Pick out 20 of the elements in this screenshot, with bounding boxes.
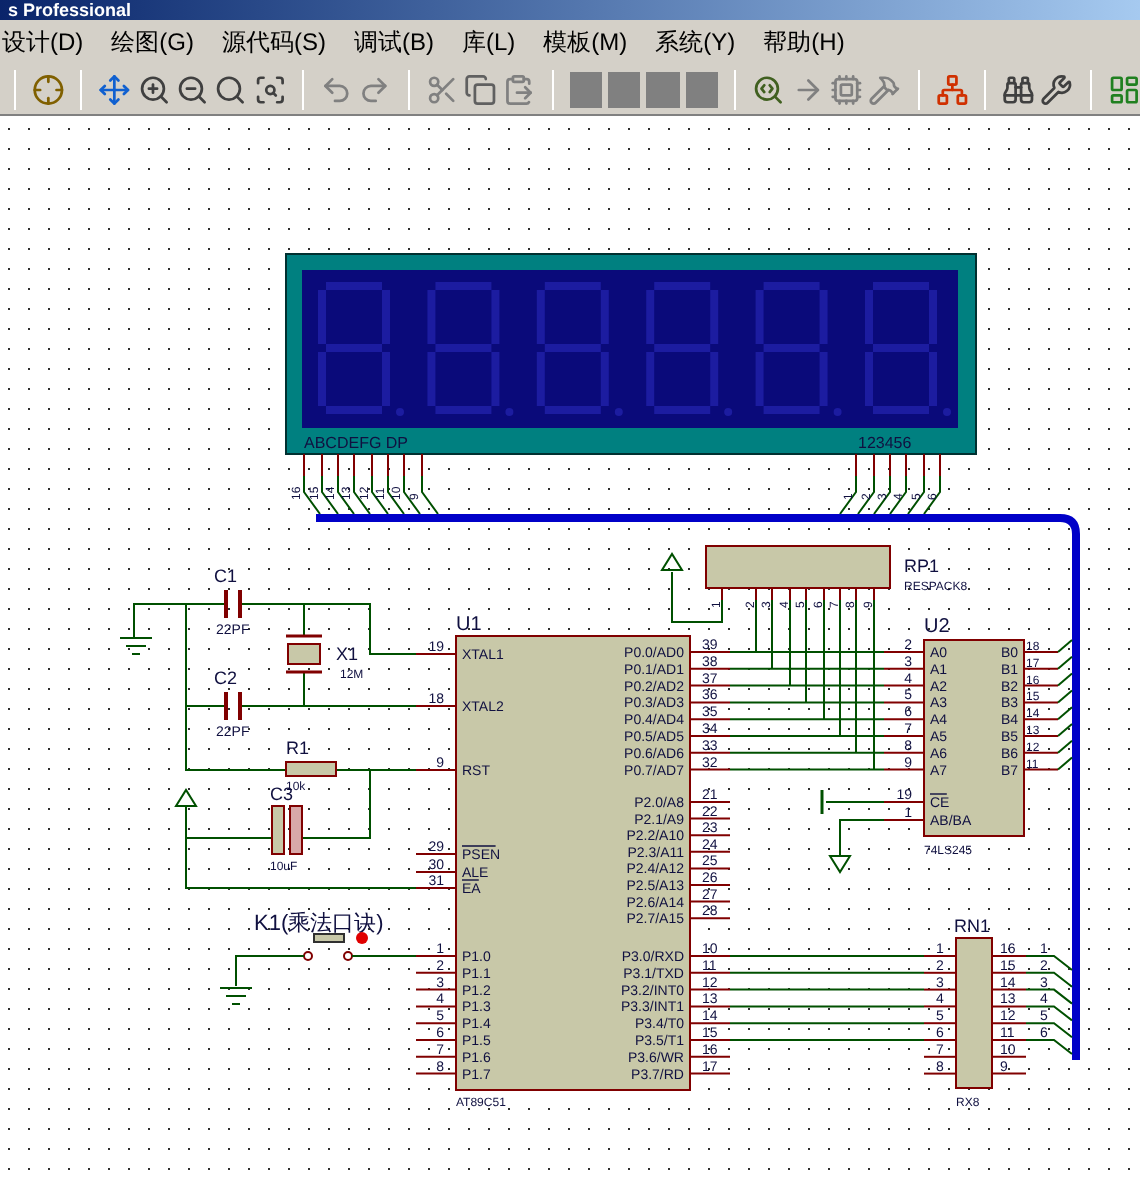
menu-item[interactable]: 设计(D) xyxy=(2,24,84,60)
component-ref: U2 xyxy=(924,616,950,638)
menu-item[interactable]: 帮助(H) xyxy=(763,24,845,60)
menu-item[interactable]: 库(L) xyxy=(462,24,516,60)
component-ref: R1 xyxy=(286,738,310,758)
menu-item[interactable]: 模板(M) xyxy=(543,24,628,60)
switch-label: K1(乘法口诀) xyxy=(254,912,384,936)
component-ref: X1 xyxy=(336,644,359,664)
menu-item[interactable]: 绘图(G) xyxy=(111,24,194,60)
display-label: 123456 xyxy=(858,434,912,452)
component-ref: RN1 xyxy=(954,916,991,936)
display-label: ABCDEFG DP xyxy=(304,434,409,452)
window-title: s Professional xyxy=(6,0,132,20)
menu-item[interactable]: 源代码(S) xyxy=(222,24,326,60)
menu-item[interactable]: 系统(Y) xyxy=(655,24,736,60)
component-ref: C2 xyxy=(214,668,238,688)
component-ref: C1 xyxy=(214,566,238,586)
component-ref: U1 xyxy=(456,614,482,636)
component-ref: RP1 xyxy=(904,556,940,576)
menu-item[interactable]: 调试(B) xyxy=(354,24,434,60)
